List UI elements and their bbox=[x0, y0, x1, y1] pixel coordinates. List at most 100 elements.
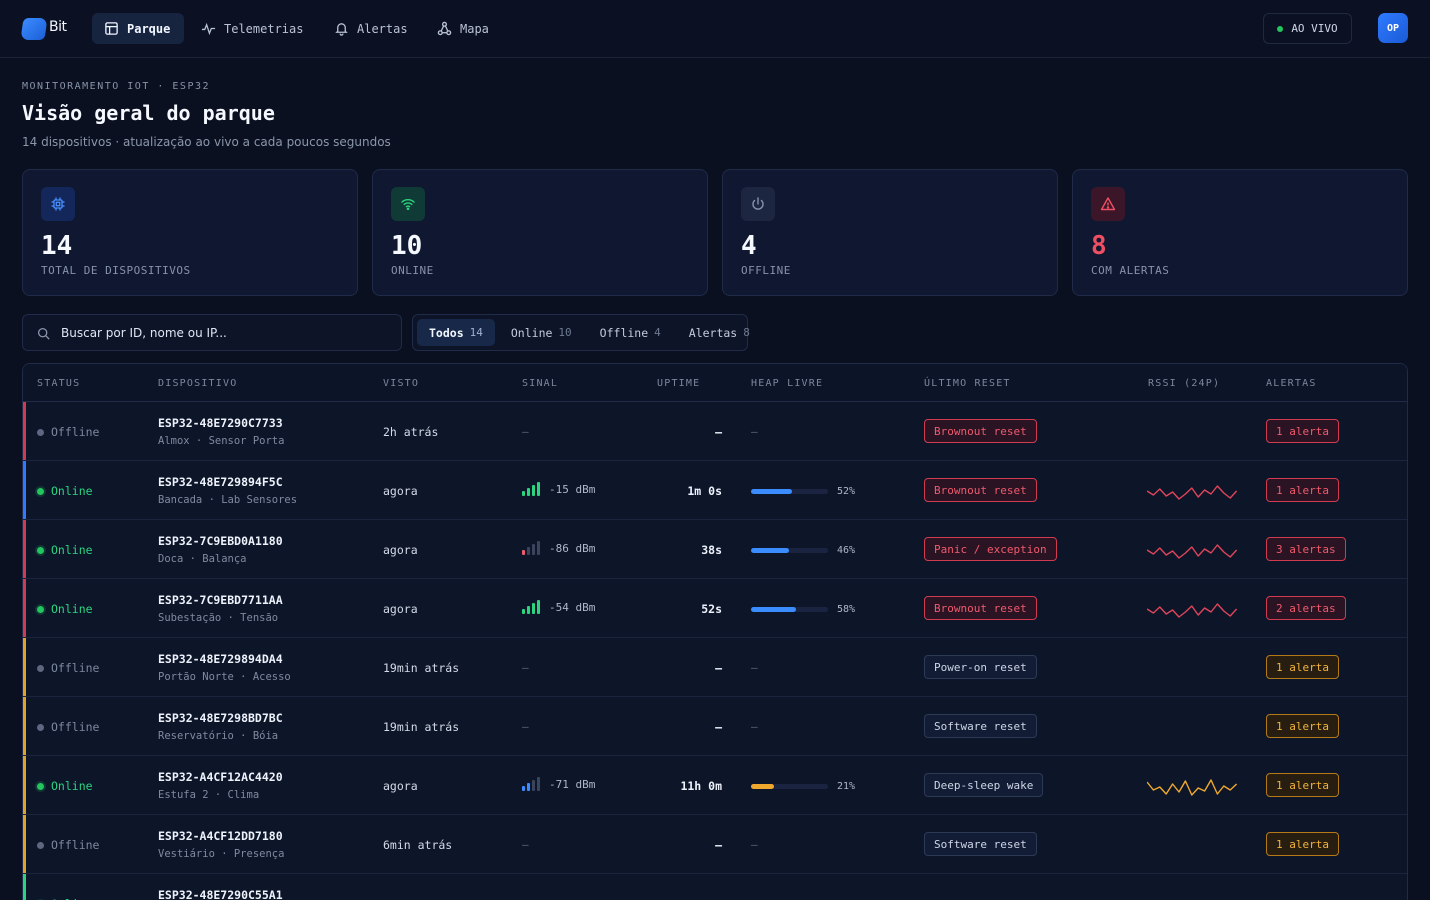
heap-bar bbox=[751, 548, 828, 553]
filter-alertas[interactable]: Alertas 8 bbox=[677, 319, 762, 346]
device-id[interactable]: ESP32-48E7298BD7BC bbox=[158, 711, 283, 725]
search-input[interactable] bbox=[61, 315, 391, 350]
last-seen: agora bbox=[383, 602, 418, 616]
column-header-device[interactable]: DISPOSITIVO bbox=[158, 378, 237, 389]
chip-icon bbox=[41, 187, 75, 221]
uptime-value: 52s bbox=[701, 602, 722, 616]
signal-bar bbox=[532, 485, 535, 496]
live-indicator[interactable]: AO VIVO bbox=[1263, 13, 1352, 44]
status-label: Offline bbox=[51, 838, 100, 852]
status-cell: Offline bbox=[37, 425, 99, 439]
heap-percent: 21% bbox=[837, 781, 856, 792]
signal-bar bbox=[537, 777, 540, 791]
column-header-alerts[interactable]: ALERTAS bbox=[1266, 378, 1317, 389]
stat-card-alerts[interactable]: 8 COM ALERTAS bbox=[1072, 169, 1408, 296]
filter-offline[interactable]: Offline 4 bbox=[588, 319, 673, 346]
table-row[interactable]: OnlineESP32-48E7290C55A1 bbox=[23, 874, 1407, 900]
status-dot-icon bbox=[37, 605, 44, 613]
signal-bars-icon bbox=[522, 541, 540, 555]
signal-bar bbox=[537, 600, 540, 614]
heap-cell: 52% bbox=[751, 486, 861, 497]
column-header-heap[interactable]: HEAP LIVRE bbox=[751, 378, 823, 389]
user-avatar[interactable]: OP bbox=[1378, 13, 1408, 43]
status-dot-icon bbox=[37, 428, 44, 436]
heap-cell: 58% bbox=[751, 604, 861, 615]
alert-count-badge[interactable]: 1 alerta bbox=[1266, 478, 1339, 502]
last-seen: agora bbox=[383, 543, 418, 557]
nav-tab-label: Parque bbox=[127, 21, 171, 36]
device-id[interactable]: ESP32-48E7290C55A1 bbox=[158, 888, 283, 900]
nav-tab-mapa[interactable]: Mapa bbox=[425, 13, 501, 44]
uptime-value: — bbox=[715, 661, 722, 675]
last-seen: 19min atrás bbox=[383, 720, 460, 734]
table-row[interactable]: Offline ESP32-48E729894DA4 Portão Norte · … bbox=[23, 638, 1407, 697]
status-cell: Offline bbox=[37, 661, 99, 675]
stat-card-online[interactable]: 10 ONLINE bbox=[372, 169, 708, 296]
device-location: Bancada · Lab Sensores bbox=[158, 494, 298, 506]
table-row[interactable]: Offline ESP32-48E7290C7733 Almox · Sensor … bbox=[23, 402, 1407, 461]
stat-value: 4 bbox=[741, 231, 757, 261]
column-header-reset[interactable]: ÚLTIMO RESET bbox=[924, 378, 1011, 389]
device-id[interactable]: ESP32-48E729894DA4 bbox=[158, 652, 283, 666]
column-header-seen[interactable]: VISTO bbox=[383, 378, 419, 389]
stat-card-total[interactable]: 14 TOTAL DE DISPOSITIVOS bbox=[22, 169, 358, 296]
nav-tab-parque[interactable]: Parque bbox=[92, 13, 184, 44]
app-logo[interactable]: Bit bbox=[20, 16, 68, 42]
last-seen: 2h atrás bbox=[383, 425, 439, 439]
stat-card-offline[interactable]: 4 OFFLINE bbox=[722, 169, 1058, 296]
table-row[interactable]: Offline ESP32-48E7298BD7BC Reservatório · … bbox=[23, 697, 1407, 756]
search-box[interactable] bbox=[22, 314, 402, 351]
status-label: Offline bbox=[51, 425, 100, 439]
last-seen: agora bbox=[383, 779, 418, 793]
alert-count-badge[interactable]: 3 alertas bbox=[1266, 537, 1346, 561]
filter-count: 8 bbox=[743, 326, 750, 339]
table-row[interactable]: Online ESP32-7C9EBD0A1180 Doca · Balança ag… bbox=[23, 520, 1407, 579]
signal-bar bbox=[522, 786, 525, 791]
device-id[interactable]: ESP32-A4CF12DD7180 bbox=[158, 829, 283, 843]
heap-bar-fill bbox=[751, 607, 796, 612]
table-row[interactable]: Online ESP32-7C9EBD7711AA Subestação · Ten… bbox=[23, 579, 1407, 638]
filter-todos[interactable]: Todos 14 bbox=[417, 319, 495, 346]
alert-count-badge[interactable]: 1 alerta bbox=[1266, 419, 1339, 443]
nav-tab-telemetrias[interactable]: Telemetrias bbox=[189, 13, 315, 44]
alert-count-badge[interactable]: 1 alerta bbox=[1266, 773, 1339, 797]
alert-count-badge[interactable]: 1 alerta bbox=[1266, 714, 1339, 738]
column-header-uptime[interactable]: UPTIME bbox=[657, 378, 700, 389]
heap-bar bbox=[751, 607, 828, 612]
device-id[interactable]: ESP32-A4CF12AC4420 bbox=[158, 770, 283, 784]
device-id[interactable]: ESP32-7C9EBD0A1180 bbox=[158, 534, 283, 548]
alert-count-badge[interactable]: 1 alerta bbox=[1266, 655, 1339, 679]
alert-count-badge[interactable]: 2 alertas bbox=[1266, 596, 1346, 620]
status-label: Online bbox=[51, 602, 93, 616]
signal-value: -15 dBm bbox=[549, 482, 596, 496]
signal-bar bbox=[537, 482, 540, 496]
heap-percent: 52% bbox=[837, 486, 856, 497]
signal-bar bbox=[527, 606, 530, 614]
alert-count-badge[interactable]: 1 alerta bbox=[1266, 832, 1339, 856]
column-header-signal[interactable]: SINAL bbox=[522, 378, 558, 389]
page-title: Visão geral do parque bbox=[22, 101, 275, 125]
table-row[interactable]: Offline ESP32-A4CF12DD7180 Vestiário · Pre… bbox=[23, 815, 1407, 874]
device-id[interactable]: ESP32-7C9EBD7711AA bbox=[158, 593, 283, 607]
signal-bars-icon bbox=[522, 600, 540, 614]
signal-value: – bbox=[522, 720, 529, 733]
heap-percent: 46% bbox=[837, 545, 856, 556]
filter-count: 14 bbox=[469, 326, 483, 339]
last-seen: 19min atrás bbox=[383, 661, 460, 675]
device-id[interactable]: ESP32-48E729894F5C bbox=[158, 475, 283, 489]
device-id[interactable]: ESP32-48E7290C7733 bbox=[158, 416, 283, 430]
row-accent-bar bbox=[23, 520, 26, 578]
reset-badge: Panic / exception bbox=[924, 537, 1057, 561]
column-header-rssi[interactable]: RSSI (24P) bbox=[1148, 378, 1220, 389]
row-accent-bar bbox=[23, 638, 26, 696]
table-row[interactable]: Online ESP32-A4CF12AC4420 Estufa 2 · Clima… bbox=[23, 756, 1407, 815]
stat-value: 8 bbox=[1091, 231, 1107, 261]
nav-tab-alertas[interactable]: Alertas bbox=[322, 13, 420, 44]
table-row[interactable]: Online ESP32-48E729894F5C Bancada · Lab Se… bbox=[23, 461, 1407, 520]
rssi-sparkline bbox=[1147, 779, 1238, 796]
logo-mark-icon bbox=[20, 18, 48, 40]
filter-count: 10 bbox=[558, 326, 572, 339]
column-header-status[interactable]: STATUS bbox=[37, 378, 80, 389]
heap-bar-fill bbox=[751, 489, 792, 494]
filter-online[interactable]: Online 10 bbox=[499, 319, 584, 346]
